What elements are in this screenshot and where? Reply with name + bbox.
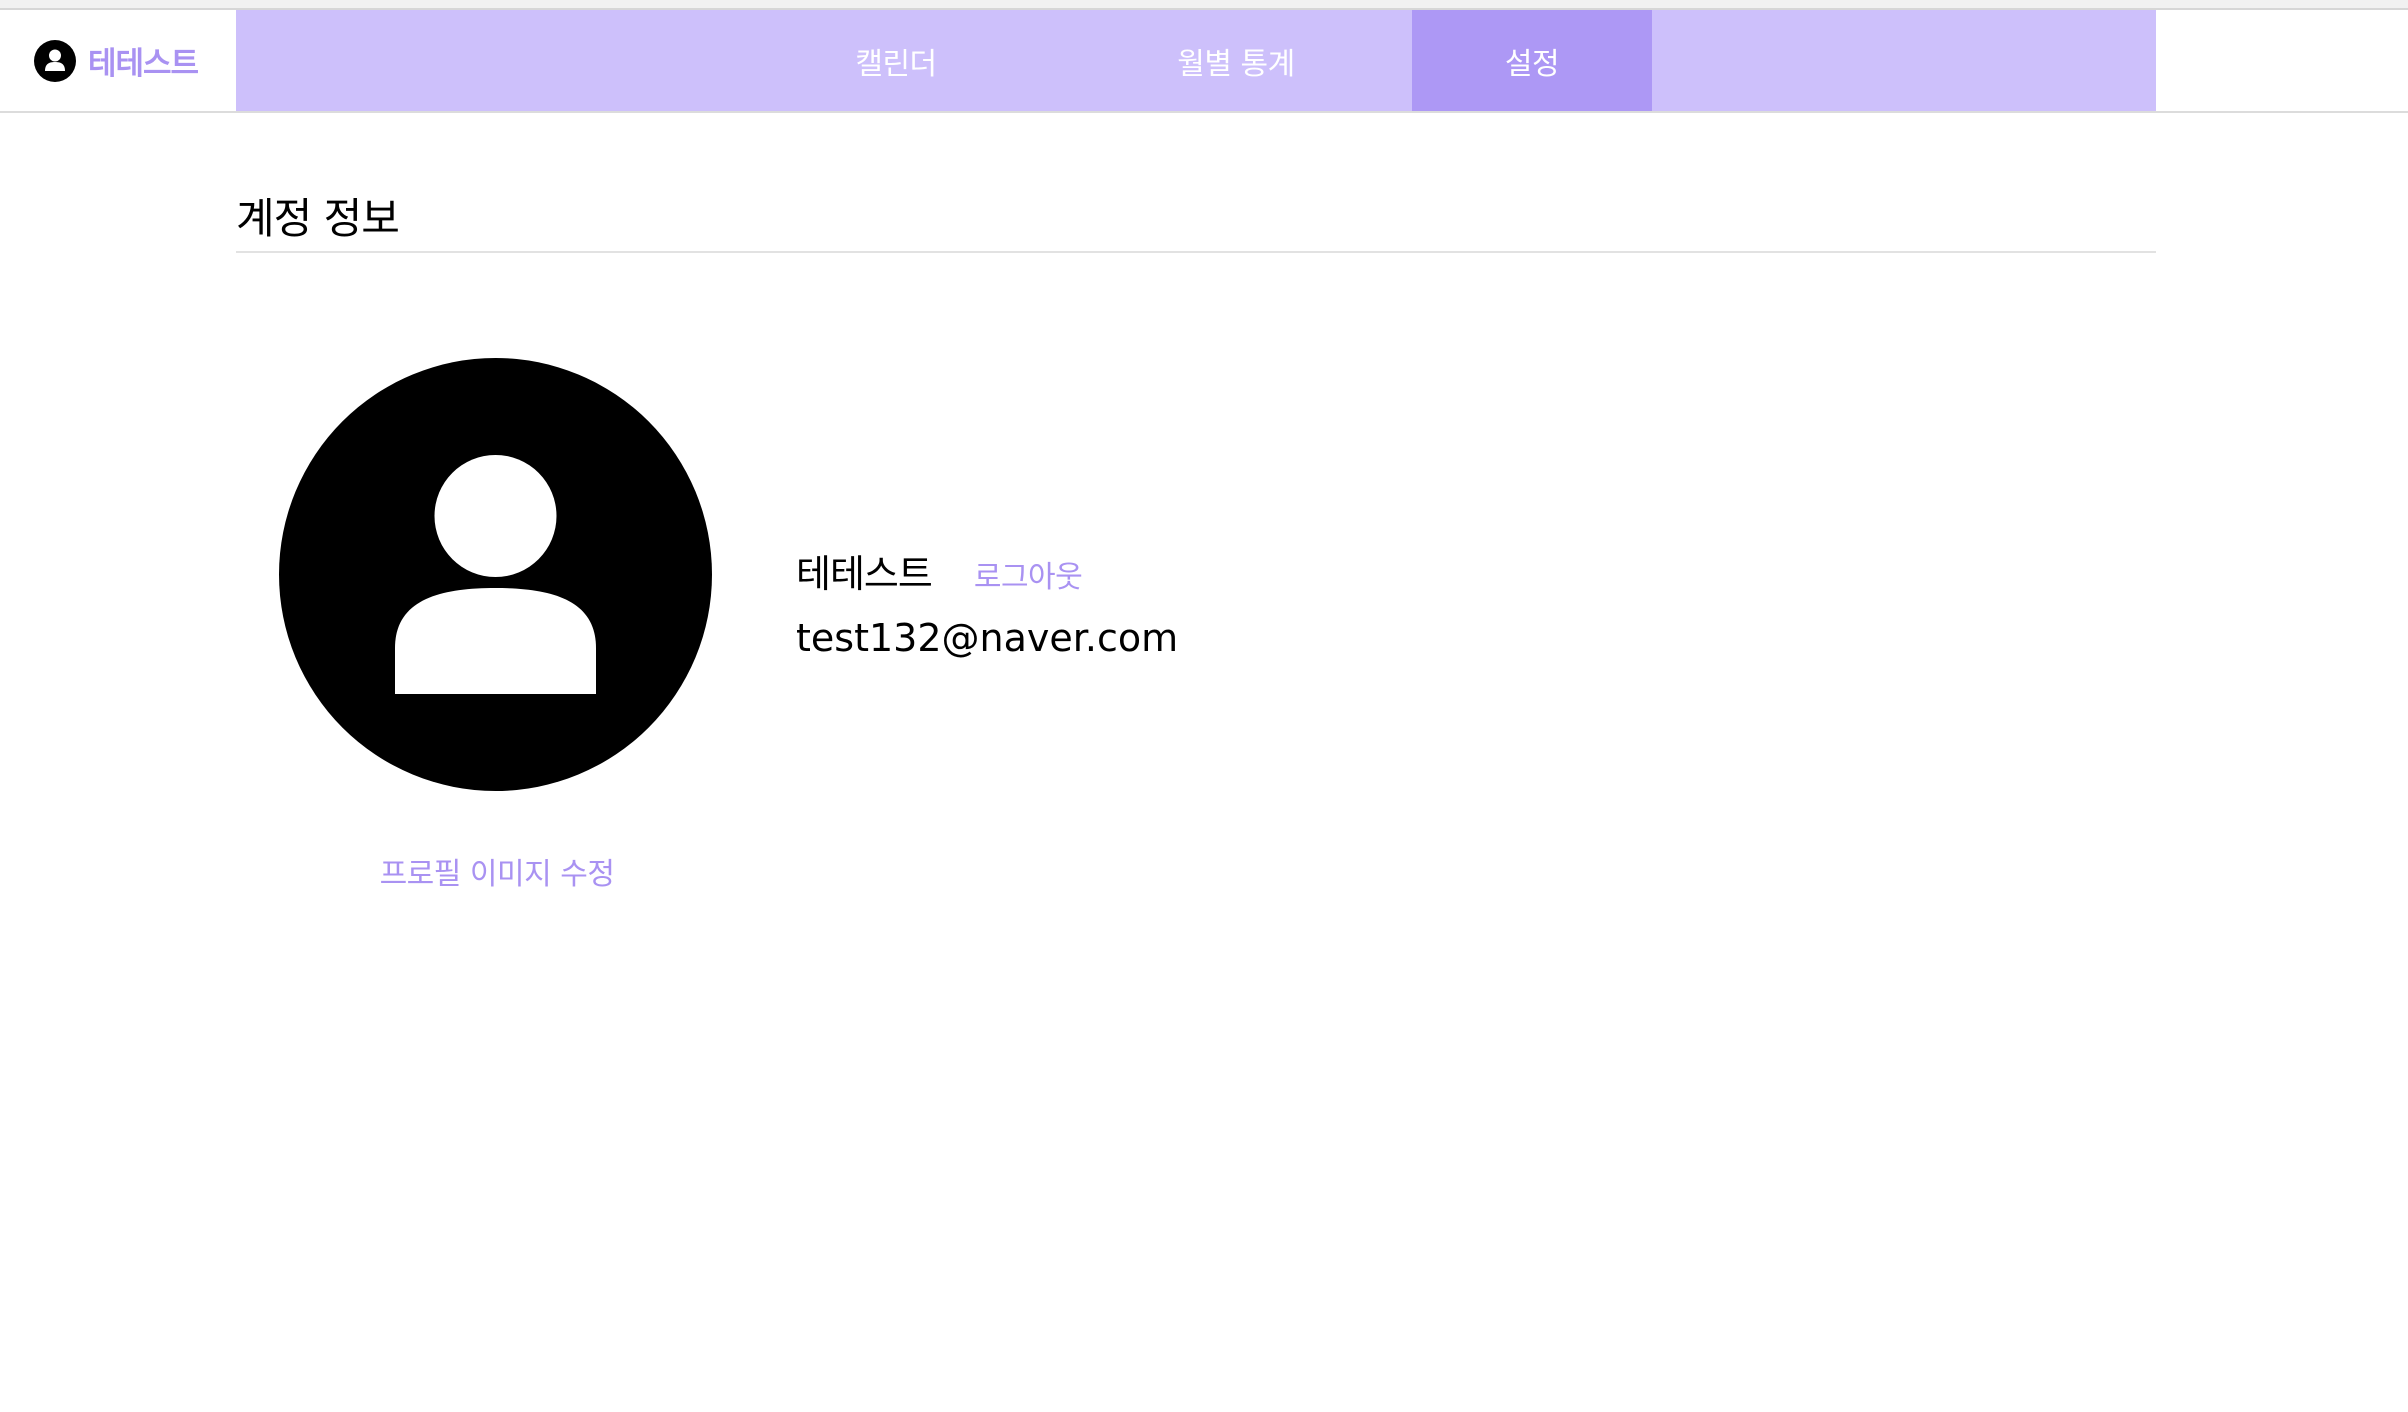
tab-settings[interactable]: 설정 (1412, 10, 1652, 111)
logout-link[interactable]: 로그아웃 (974, 552, 1083, 596)
tab-monthly-stats[interactable]: 월별 통계 (1016, 10, 1456, 111)
section-divider (236, 251, 2156, 253)
window-top-border (0, 0, 2408, 10)
top-header: 테테스트 캘린더 월별 통계 설정 (0, 10, 2408, 113)
main-nav: 캘린더 월별 통계 설정 (236, 10, 2156, 111)
name-row: 테테스트 로그아웃 (796, 543, 1178, 598)
user-circle-icon (34, 39, 76, 82)
user-info: 테테스트 로그아웃 test132@naver.com (796, 543, 1178, 660)
user-name: 테테스트 (796, 552, 933, 596)
user-avatar-icon (279, 358, 712, 791)
page-title: 계정 정보 (236, 194, 400, 243)
edit-profile-image-link[interactable]: 프로필 이미지 수정 (297, 849, 697, 893)
brand-home-link[interactable]: 테테스트 (34, 10, 199, 111)
brand-name: 테테스트 (88, 46, 199, 82)
tab-calendar[interactable]: 캘린더 (776, 10, 1016, 111)
user-email: test132@naver.com (796, 616, 1179, 660)
